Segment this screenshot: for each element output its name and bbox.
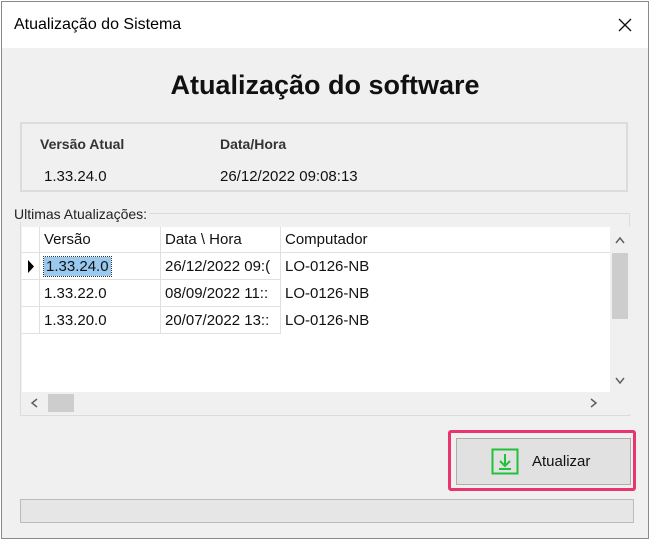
scroll-up-icon[interactable] [615,234,625,246]
column-header-version[interactable]: Versão [40,227,161,253]
close-icon [618,18,632,32]
scrollbar-corner [610,392,630,414]
current-row-indicator-icon [28,260,34,273]
cell-computer[interactable]: LO-0126-NB [281,307,610,334]
vertical-scroll-thumb[interactable] [612,253,628,319]
download-icon [491,448,519,475]
cell-version-text: 1.33.24.0 [43,256,112,277]
cell-datetime[interactable]: 26/12/2022 09:( [161,253,281,280]
history-grid[interactable]: Versão Data \ Hora Computador 1.33.24.0 … [22,227,630,414]
current-datetime-value: 26/12/2022 09:08:13 [220,168,358,185]
cell-version[interactable]: 1.33.20.0 [40,307,161,334]
window-title: Atualização do Sistema [14,16,182,33]
current-datetime-label: Data/Hora [220,136,287,152]
current-version-value: 1.33.24.0 [44,168,107,185]
page-title: Atualização do software [170,70,480,100]
update-button[interactable]: Atualizar [456,438,631,485]
vertical-scrollbar[interactable] [610,227,630,392]
cell-datetime[interactable]: 20/07/2022 13:: [161,307,281,334]
cell-computer[interactable]: LO-0126-NB [281,280,610,307]
cell-version[interactable]: 1.33.24.0 [40,253,161,280]
row-header[interactable] [22,280,40,307]
table-row[interactable]: 1.33.20.0 20/07/2022 13:: LO-0126-NB [22,307,610,334]
history-group-legend: Ultimas Atualizações: [12,206,150,222]
cell-version[interactable]: 1.33.22.0 [40,280,161,307]
scroll-left-icon[interactable] [30,398,38,410]
current-version-panel: Versão Atual Data/Hora 1.33.24.0 26/12/2… [20,122,628,192]
table-row[interactable]: 1.33.24.0 26/12/2022 09:( LO-0126-NB [22,253,610,280]
close-button[interactable] [602,2,648,48]
current-version-label: Versão Atual [40,136,125,152]
row-header[interactable] [22,253,40,280]
progress-bar [20,499,634,523]
table-row[interactable]: 1.33.22.0 08/09/2022 11:: LO-0126-NB [22,280,610,307]
title-bar: Atualização do Sistema [2,2,648,48]
column-header-datetime[interactable]: Data \ Hora [161,227,281,253]
scroll-down-icon[interactable] [615,375,625,387]
cell-computer[interactable]: LO-0126-NB [281,253,610,280]
update-dialog: Atualização do Sistema Atualização do so… [1,1,649,539]
column-header-computer[interactable]: Computador [281,227,610,253]
horizontal-scroll-thumb[interactable] [48,394,74,412]
horizontal-scrollbar[interactable] [22,392,610,414]
scroll-right-icon[interactable] [590,398,598,410]
cell-datetime[interactable]: 08/09/2022 11:: [161,280,281,307]
grid-header: Versão Data \ Hora Computador [22,227,610,253]
update-button-label: Atualizar [532,453,591,470]
row-header[interactable] [22,307,40,334]
grid-corner [22,227,40,253]
